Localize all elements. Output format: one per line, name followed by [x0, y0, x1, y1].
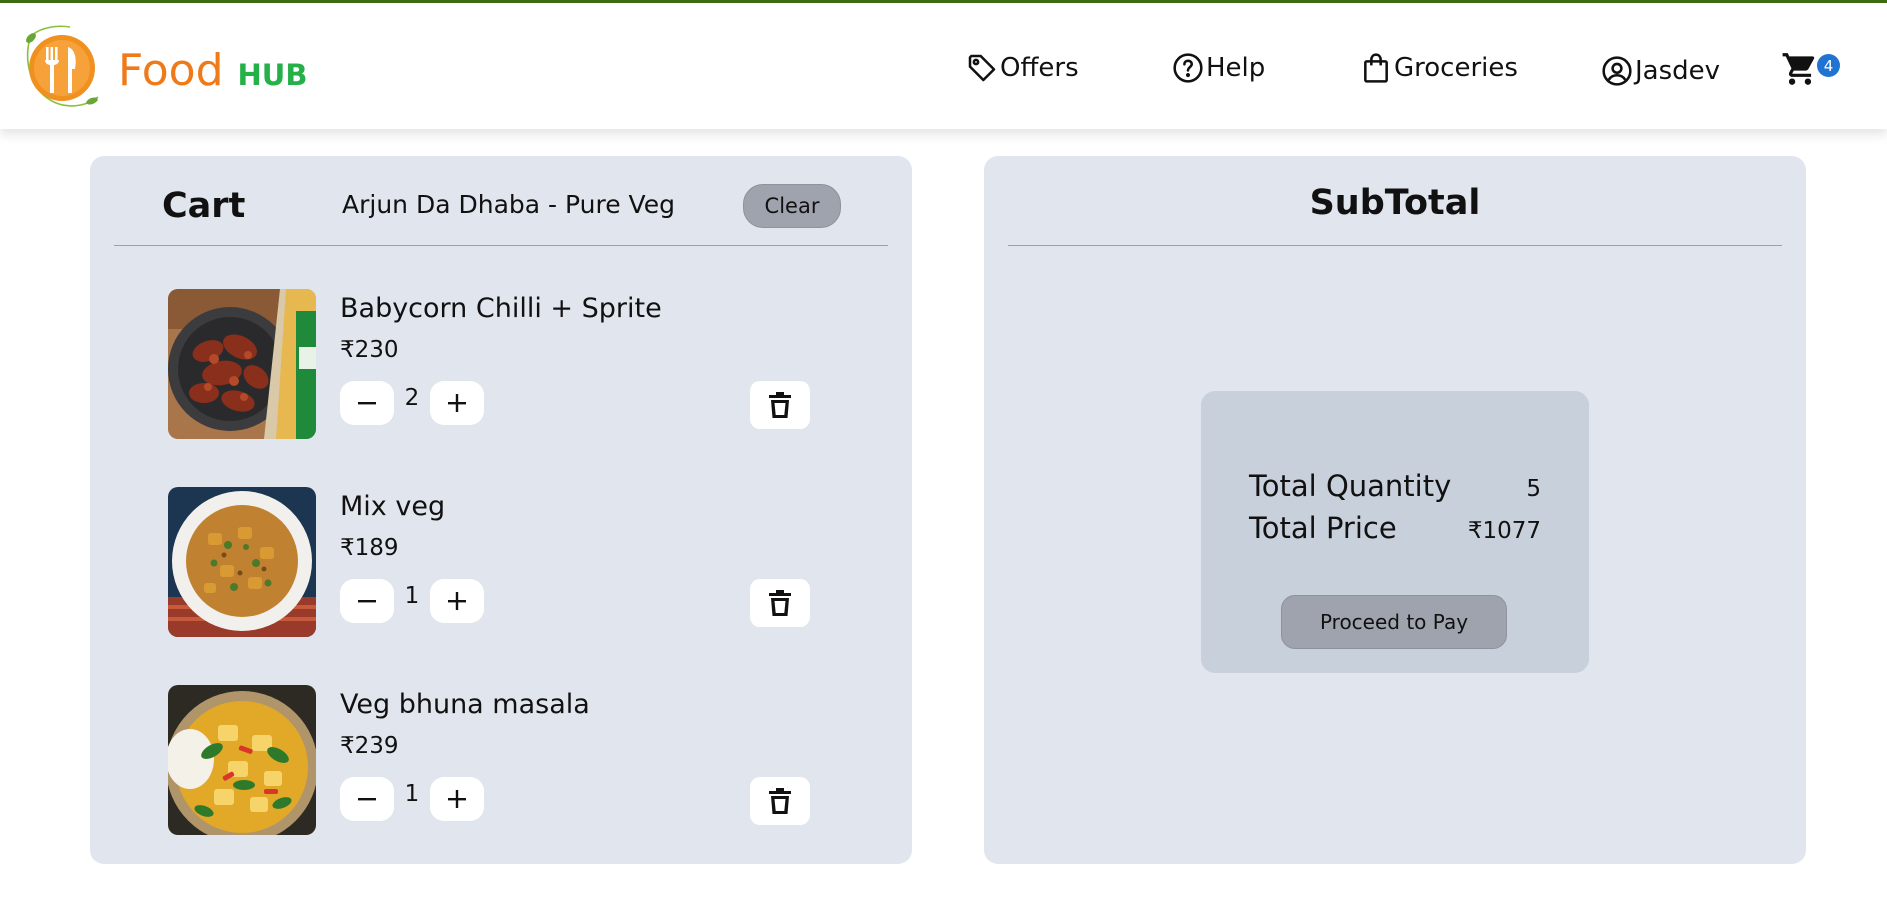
total-price-value: ₹1077: [1467, 518, 1541, 544]
nav-help[interactable]: Help: [1172, 48, 1265, 88]
brand-name[interactable]: Food HUB: [118, 45, 307, 96]
decrease-quantity-button[interactable]: [340, 777, 394, 821]
subtotal-title: SubTotal: [1309, 183, 1481, 223]
item-image-babycorn-chilli[interactable]: [168, 289, 316, 439]
user-circle-icon: [1602, 56, 1632, 86]
total-quantity-value: 5: [1526, 476, 1541, 502]
subtotal-divider: [1008, 245, 1782, 246]
minus-icon: [358, 402, 376, 405]
header: Food HUB Offers Help Groceries Jasdev 4: [0, 3, 1887, 129]
clear-cart-button[interactable]: Clear: [743, 184, 841, 228]
trash-icon: [769, 392, 791, 418]
increase-quantity-button[interactable]: [430, 777, 484, 821]
nav-groceries-label: Groceries: [1394, 53, 1518, 83]
help-circle-icon: [1173, 53, 1203, 83]
remove-item-button[interactable]: [750, 777, 810, 825]
plus-icon: [448, 592, 466, 610]
cart-divider: [114, 245, 888, 246]
cart-item: Babycorn Chilli + Sprite ₹230 2: [168, 289, 848, 439]
cart-item: Veg bhuna masala ₹239 1: [168, 685, 848, 835]
decrease-quantity-button[interactable]: [340, 381, 394, 425]
nav-user[interactable]: Jasdev: [1601, 51, 1720, 91]
total-price-row: Total Price ₹1077: [1249, 511, 1541, 545]
cart-count-badge: 4: [1817, 54, 1840, 77]
remove-item-button[interactable]: [750, 579, 810, 627]
item-price: ₹189: [340, 535, 399, 561]
item-price: ₹230: [340, 337, 399, 363]
brand-food-text: Food: [118, 45, 224, 96]
plus-icon: [448, 790, 466, 808]
item-quantity: 2: [404, 385, 420, 411]
nav-user-label: Jasdev: [1635, 56, 1721, 86]
item-name: Mix veg: [340, 491, 446, 522]
trash-icon: [769, 590, 791, 616]
brand-hub-text: HUB: [237, 58, 308, 92]
nav-offers[interactable]: Offers: [966, 48, 1079, 88]
item-image-veg-bhuna-masala[interactable]: [168, 685, 316, 835]
item-price: ₹239: [340, 733, 399, 759]
total-quantity-row: Total Quantity 5: [1249, 469, 1541, 503]
cart-item: Mix veg ₹189 1: [168, 487, 848, 637]
total-quantity-label: Total Quantity: [1249, 469, 1452, 503]
proceed-to-pay-button[interactable]: Proceed to Pay: [1281, 595, 1507, 649]
minus-icon: [358, 798, 376, 801]
item-quantity: 1: [404, 781, 420, 807]
minus-icon: [358, 600, 376, 603]
total-price-label: Total Price: [1249, 511, 1397, 545]
nav-offers-label: Offers: [1000, 53, 1079, 83]
nav-groceries[interactable]: Groceries: [1360, 48, 1518, 88]
increase-quantity-button[interactable]: [430, 381, 484, 425]
cart-panel: Cart Arjun Da Dhaba - Pure Veg Clear Bab…: [90, 156, 912, 864]
remove-item-button[interactable]: [750, 381, 810, 429]
cart-icon[interactable]: [1781, 50, 1821, 90]
item-image-mix-veg[interactable]: [168, 487, 316, 637]
logo-icon[interactable]: [22, 17, 104, 113]
plus-icon: [448, 394, 466, 412]
item-name: Veg bhuna masala: [340, 689, 590, 720]
subtotal-panel: SubTotal Total Quantity 5 Total Price ₹1…: [984, 156, 1806, 864]
order-summary-card: Total Quantity 5 Total Price ₹1077 Proce…: [1201, 391, 1589, 673]
decrease-quantity-button[interactable]: [340, 579, 394, 623]
cart-title: Cart: [162, 186, 246, 226]
nav-help-label: Help: [1206, 53, 1266, 83]
item-quantity: 1: [404, 583, 420, 609]
restaurant-name: Arjun Da Dhaba - Pure Veg: [342, 190, 675, 219]
increase-quantity-button[interactable]: [430, 579, 484, 623]
tag-icon: [968, 54, 996, 82]
item-name: Babycorn Chilli + Sprite: [340, 293, 662, 324]
trash-icon: [769, 788, 791, 814]
shopping-bag-icon: [1364, 53, 1388, 83]
